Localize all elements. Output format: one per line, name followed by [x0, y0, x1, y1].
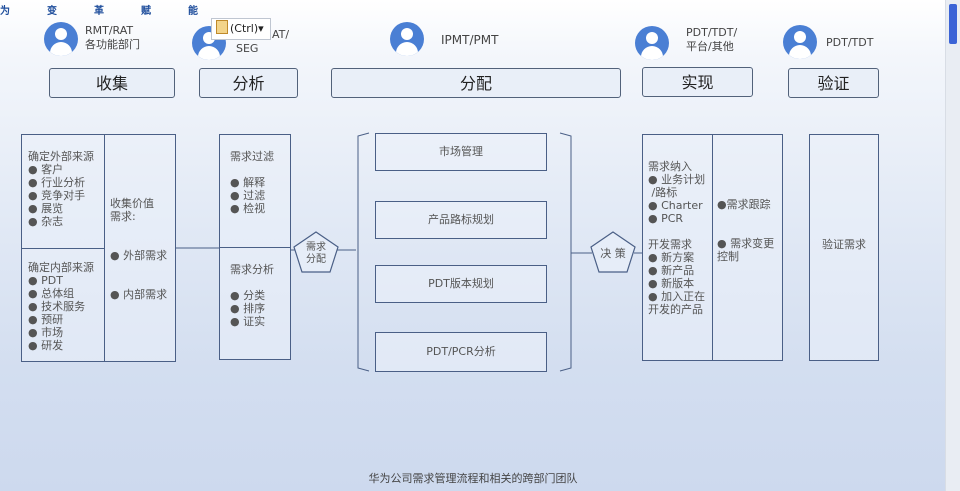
vertical-scrollbar[interactable]: [945, 0, 960, 491]
pentagon-req-distribute: 需求 分配: [306, 242, 326, 265]
verify-panel: 验证需求: [809, 134, 879, 361]
diagram-caption: 华为公司需求管理流程和相关的跨部门团队: [368, 472, 578, 485]
scrollbar-thumb[interactable]: [949, 4, 957, 44]
realize-left-text: 需求纳入 ● 业务计划 /路标 ● Charter ● PCR 开发需求 ● 新…: [648, 160, 706, 316]
filter-text: 需求过滤 ● 解释 ● 过滤 ● 检视: [230, 150, 274, 215]
verify-text: 验证需求: [822, 238, 866, 251]
collect-external-panel: 确定外部来源 ● 客户 ● 行业分析 ● 竞争对手 ● 展览 ● 杂志: [21, 134, 105, 249]
internal-sources-text: 确定内部来源 ● PDT ● 总体组 ● 技术服务 ● 预研 ● 市场 ● 研发: [28, 261, 94, 352]
distribute-box: 市场管理: [375, 133, 547, 171]
distribute-box: 产品路标规划: [375, 201, 547, 239]
analysis-text: 需求分析 ● 分类 ● 排序 ● 证实: [230, 263, 274, 328]
realize-right-text: ●需求跟踪 ● 需求变更 控制: [717, 198, 775, 263]
analyze-analysis-panel: 需求分析 ● 分类 ● 排序 ● 证实: [219, 247, 291, 360]
collect-value-panel: 收集价值 需求: ● 外部需求 ● 内部需求: [104, 134, 176, 362]
analyze-filter-panel: 需求过滤 ● 解释 ● 过滤 ● 检视: [219, 134, 291, 248]
external-sources-text: 确定外部来源 ● 客户 ● 行业分析 ● 竞争对手 ● 展览 ● 杂志: [28, 150, 94, 228]
collect-internal-panel: 确定内部来源 ● PDT ● 总体组 ● 技术服务 ● 预研 ● 市场 ● 研发: [21, 248, 105, 362]
distribute-box: PDT版本规划: [375, 265, 547, 303]
realize-right-panel: ●需求跟踪 ● 需求变更 控制: [712, 134, 783, 361]
pentagon-decision: 决 策: [600, 247, 626, 260]
realize-left-panel: 需求纳入 ● 业务计划 /路标 ● Charter ● PCR 开发需求 ● 新…: [642, 134, 713, 361]
distribute-box: PDT/PCR分析: [375, 332, 547, 372]
collect-value-text: 收集价值 需求: ● 外部需求 ● 内部需求: [110, 197, 168, 301]
